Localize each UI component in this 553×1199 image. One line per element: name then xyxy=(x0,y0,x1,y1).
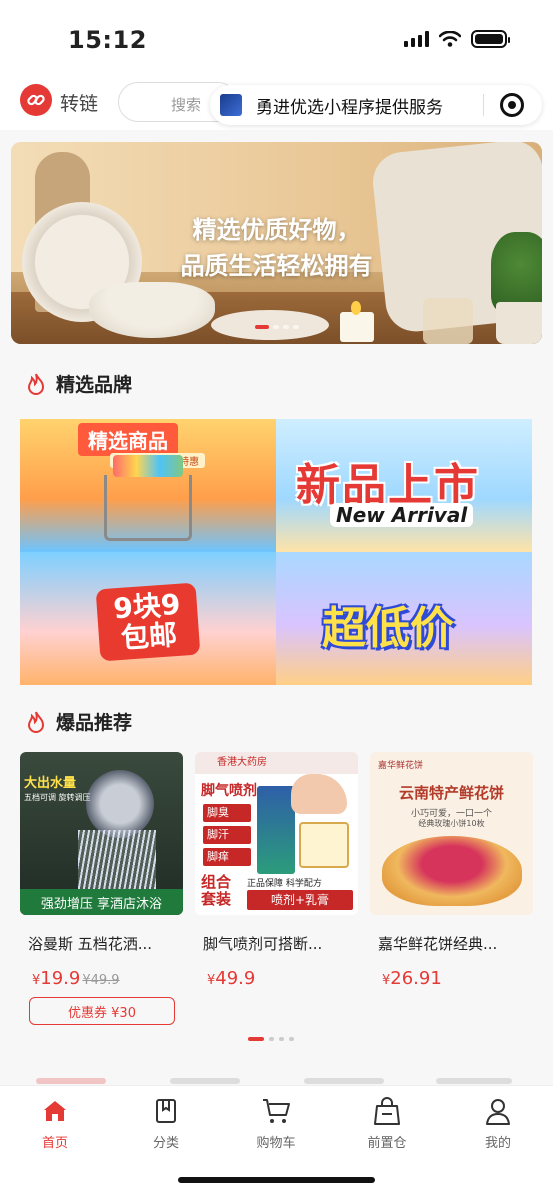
tab-warehouse[interactable]: 前置仓 xyxy=(347,1094,427,1151)
hero-banner[interactable]: 精选优质好物， 品质生活轻松拥有 xyxy=(11,142,542,344)
product-image-tag: 脚汗 xyxy=(203,826,251,844)
banner-title: 精选优质好物， 品质生活轻松拥有 xyxy=(180,216,373,280)
brand-tile-free-shipping[interactable]: 9块9包邮 xyxy=(20,552,276,685)
product-image: 大出水量 五档可调 旋转调压 强劲增压 享酒店沐浴 xyxy=(20,752,183,915)
warehouse-bag-icon xyxy=(374,1097,400,1125)
signal-icon xyxy=(404,31,429,47)
product-image-tag: 脚痒 xyxy=(203,848,251,866)
product-image-tag: 五档可调 旋转调压 xyxy=(24,793,91,802)
banner-pagination xyxy=(11,325,542,329)
product-price: ¥49.9 xyxy=(207,968,256,989)
tab-label: 购物车 xyxy=(256,1136,296,1151)
close-target-icon[interactable] xyxy=(500,93,524,117)
product-image: 嘉华鲜花饼 云南特产鲜花饼 小巧可爱，一口一个 经典玫瑰小饼10枚 xyxy=(370,752,533,915)
brand-tile-low-price[interactable]: 超低价 xyxy=(276,552,532,685)
status-bar: 15:12 xyxy=(0,0,553,80)
tab-home[interactable]: 首页 xyxy=(15,1094,95,1151)
brand-grid: 精选商品 品质优选 限时特惠 新品上市 New Arrival 9块9包邮 超低… xyxy=(20,419,532,685)
product-image-tag: 正品保障 科学配方 xyxy=(247,879,322,889)
hot-section-header: 爆品推荐 xyxy=(26,708,132,735)
product-card[interactable]: 大出水量 五档可调 旋转调压 强劲增压 享酒店沐浴 浴曼斯 五档花洒... ¥1… xyxy=(20,752,183,1025)
top-header: 转链 搜索 勇进优选小程序提供服务 xyxy=(0,80,553,130)
brand-tile-new-arrival[interactable]: 新品上市 New Arrival xyxy=(276,419,532,552)
bowls-image xyxy=(89,282,215,338)
product-image-title: 云南特产鲜花饼 xyxy=(398,784,504,802)
tab-profile[interactable]: 我的 xyxy=(458,1094,538,1151)
user-icon xyxy=(486,1099,510,1125)
product-name: 嘉华鲜花饼经典... xyxy=(378,935,498,953)
product-image-title: 脚气喷剂 xyxy=(201,783,257,799)
home-icon xyxy=(44,1101,66,1121)
tab-label: 我的 xyxy=(484,1136,511,1151)
home-indicator[interactable] xyxy=(178,1177,375,1183)
product-image-tag: 喷剂+乳膏 xyxy=(247,890,353,910)
fire-icon xyxy=(27,373,45,395)
carousel-pagination xyxy=(248,1037,294,1041)
product-card[interactable]: 嘉华鲜花饼 云南特产鲜花饼 小巧可爱，一口一个 经典玫瑰小饼10枚 嘉华鲜花饼经… xyxy=(370,752,533,989)
product-name: 脚气喷剂可搭断... xyxy=(203,935,323,953)
brand-tile-label: 精选商品 xyxy=(78,423,178,456)
product-card[interactable]: 香港大药房 脚气喷剂 脚臭 脚汗 脚痒 组合套装 正品保障 科学配方 喷剂+乳膏… xyxy=(195,752,358,989)
product-carousel: 大出水量 五档可调 旋转调压 强劲增压 享酒店沐浴 浴曼斯 五档花洒... ¥1… xyxy=(20,752,535,1027)
brand-tile-sub: New Arrival xyxy=(330,503,474,527)
product-image: 香港大药房 脚气喷剂 脚臭 脚汗 脚痒 组合套装 正品保障 科学配方 喷剂+乳膏 xyxy=(195,752,358,915)
product-old-price: ¥49.9 xyxy=(82,973,120,988)
brand-tile-label: 超低价 xyxy=(322,603,454,654)
product-price: ¥19.9 ¥49.9 xyxy=(32,968,120,989)
brands-title: 精选品牌 xyxy=(56,374,133,396)
status-time: 15:12 xyxy=(68,26,147,54)
capsule-text: 勇进优选小程序提供服务 xyxy=(256,97,443,118)
tab-label: 前置仓 xyxy=(367,1136,407,1151)
diffuser-image xyxy=(423,298,473,344)
capsule-divider xyxy=(483,94,484,116)
product-image-brand: 嘉华鲜花饼 xyxy=(378,761,424,771)
shopping-cart-illustration xyxy=(104,455,192,541)
fire-icon xyxy=(27,711,45,733)
search-placeholder: 搜索 xyxy=(171,96,202,114)
product-image-tag: 经典玫瑰小饼10枚 xyxy=(418,819,485,828)
mini-program-capsule[interactable]: 勇进优选小程序提供服务 xyxy=(210,85,542,125)
mini-program-logo-icon xyxy=(220,94,242,116)
product-image-title: 组合套装 xyxy=(201,873,232,908)
category-icon xyxy=(156,1099,176,1123)
brand-tile-label: 9块9包邮 xyxy=(95,582,201,662)
battery-icon xyxy=(471,30,510,48)
brands-section-header: 精选品牌 xyxy=(26,370,132,397)
tab-label: 首页 xyxy=(41,1136,68,1151)
tab-cart[interactable]: 购物车 xyxy=(236,1094,316,1151)
brand-tile-featured[interactable]: 精选商品 品质优选 限时特惠 xyxy=(20,419,276,552)
link-logo-icon[interactable] xyxy=(20,84,52,116)
product-image-tag: 脚臭 xyxy=(203,804,251,822)
status-icons xyxy=(404,30,510,48)
coupon-button[interactable]: 优惠券 ¥30 xyxy=(29,997,175,1025)
wifi-icon xyxy=(439,31,461,47)
product-image-brand: 香港大药房 xyxy=(195,752,358,774)
hot-title: 爆品推荐 xyxy=(56,712,133,734)
product-name: 浴曼斯 五档花洒... xyxy=(28,935,153,953)
product-price: ¥26.91 xyxy=(382,968,442,989)
product-image-tag: 大出水量 xyxy=(24,776,77,791)
app-name: 转链 xyxy=(60,93,99,115)
cart-icon xyxy=(263,1099,290,1123)
tab-category[interactable]: 分类 xyxy=(126,1094,206,1151)
product-image-caption: 强劲增压 享酒店沐浴 xyxy=(20,889,183,915)
tab-label: 分类 xyxy=(152,1136,179,1151)
